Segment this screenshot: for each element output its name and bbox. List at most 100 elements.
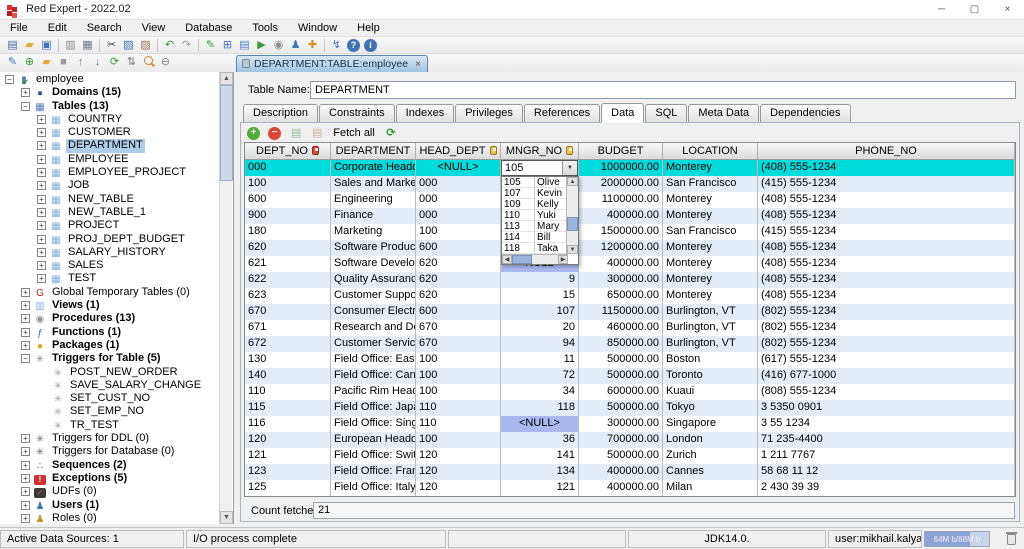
grid-cell[interactable]: 58 68 11 12 — [758, 464, 1015, 480]
new-editor-icon[interactable]: ✎ — [202, 38, 219, 53]
tree-item-sequences-2[interactable]: +∴Sequences (2) — [0, 459, 220, 472]
grid-cell[interactable]: 121 — [245, 448, 331, 464]
grid-cell[interactable]: (415) 555-1234 — [758, 224, 1015, 240]
grid-row-623[interactable]: 623Customer Support62015650000.00Montere… — [245, 288, 1015, 304]
grid-row-123[interactable]: 123Field Office: France120134400000.00Ca… — [245, 464, 1015, 480]
grid-cell[interactable]: 671 — [245, 320, 331, 336]
grid-row-670[interactable]: 670Consumer Electroni..6001071150000.00B… — [245, 304, 1015, 320]
grid-cell[interactable]: Customer Services — [331, 336, 416, 352]
dropdown-scroll-down-icon[interactable]: ▼ — [567, 245, 578, 254]
grid-cell[interactable]: (408) 555-1234 — [758, 256, 1015, 272]
tree-item-save-salary-change[interactable]: ✳SAVE_SALARY_CHANGE — [0, 379, 220, 392]
grid-cell[interactable]: 120 — [245, 432, 331, 448]
expand-icon[interactable]: + — [21, 341, 30, 350]
grid-row-116[interactable]: 116Field Office: Singap..110<NULL>300000… — [245, 416, 1015, 432]
grid-cell[interactable]: 400000.00 — [579, 464, 663, 480]
grid-cell[interactable]: 120 — [416, 448, 501, 464]
column-header-phone-no[interactable]: PHONE_NO — [758, 143, 1015, 160]
tree-item-salary-history[interactable]: +▦SALARY_HISTORY — [0, 246, 220, 259]
grid-cell[interactable]: 672 — [245, 336, 331, 352]
commit-icon[interactable]: ▤ — [289, 126, 303, 140]
grid-cell[interactable]: 3 5350 0901 — [758, 400, 1015, 416]
paste-icon[interactable]: ▨ — [137, 38, 154, 53]
grid-cell[interactable]: (408) 555-1234 — [758, 288, 1015, 304]
grid-cell[interactable]: 000 — [416, 176, 501, 192]
grid-cell[interactable]: 123 — [245, 464, 331, 480]
grid-cell[interactable]: 000 — [416, 208, 501, 224]
expand-icon[interactable]: + — [37, 221, 46, 230]
grid-cell[interactable]: Field Office: East C.. — [331, 352, 416, 368]
grid-cell[interactable]: 110 — [416, 416, 501, 432]
grid-cell[interactable]: 500000.00 — [579, 352, 663, 368]
close-tab-icon[interactable]: × — [415, 59, 421, 70]
delete-row-icon[interactable]: − — [268, 127, 281, 140]
grid-row-900[interactable]: 900Finance000400000.00Monterey(408) 555-… — [245, 208, 1015, 224]
tree-item-views-1[interactable]: +▥Views (1) — [0, 299, 220, 312]
grid-cell[interactable]: Pacific Rim Headq.. — [331, 384, 416, 400]
dropdown-vertical-scrollbar[interactable]: ▲▼ — [566, 177, 578, 254]
search-icon[interactable] — [140, 54, 157, 69]
expand-icon[interactable]: + — [37, 115, 46, 124]
tree-item-post-new-order[interactable]: ✳POST_NEW_ORDER — [0, 366, 220, 379]
grid-cell[interactable]: 116 — [245, 416, 331, 432]
grid-row-672[interactable]: 672Customer Services67094850000.00Burlin… — [245, 336, 1015, 352]
expand-icon[interactable]: + — [37, 274, 46, 283]
grid-cell[interactable]: 140 — [245, 368, 331, 384]
grid-cell[interactable]: 620 — [245, 240, 331, 256]
grid-cell[interactable]: 134 — [501, 464, 579, 480]
cut-icon[interactable]: ✂ — [103, 38, 120, 53]
grid-cell[interactable]: 622 — [245, 272, 331, 288]
grid-row-120[interactable]: 120European Headqua...10036700000.00Lond… — [245, 432, 1015, 448]
grid-cell[interactable]: 121 — [501, 480, 579, 496]
grid-cell[interactable]: 670 — [416, 336, 501, 352]
table-name-field[interactable]: DEPARTMENT — [310, 81, 1016, 99]
grid-cell[interactable]: 620 — [416, 272, 501, 288]
grid-row-671[interactable]: 671Research and Dev...67020460000.00Burl… — [245, 320, 1015, 336]
document-tab-department[interactable]: DEPARTMENT:TABLE:employee× — [236, 55, 428, 72]
tree-item-new-table[interactable]: +▦NEW_TABLE — [0, 193, 220, 206]
grid-cell[interactable]: 600 — [416, 240, 501, 256]
dropdown-vscroll-thumb[interactable] — [567, 217, 578, 231]
grid-cell[interactable]: Milan — [663, 480, 758, 496]
wrench-icon[interactable]: ✚ — [304, 38, 321, 53]
grid-cell[interactable]: (408) 555-1234 — [758, 272, 1015, 288]
grid-cell[interactable]: 500000.00 — [579, 368, 663, 384]
connect-pen-icon[interactable]: ✎ — [4, 55, 21, 70]
tree-item-employee-project[interactable]: +▦EMPLOYEE_PROJECT — [0, 166, 220, 179]
column-header-head-dept[interactable]: HEAD_DEPT — [416, 143, 501, 160]
tree-item-test[interactable]: +▦TEST — [0, 272, 220, 285]
tree-item-users-1[interactable]: +♟Users (1) — [0, 499, 220, 512]
dropdown-scroll-right-icon[interactable]: ▶ — [558, 255, 568, 264]
tab-description[interactable]: Description — [243, 104, 318, 123]
tab-privileges[interactable]: Privileges — [455, 104, 523, 123]
grid-cell[interactable]: 2 430 39 39 — [758, 480, 1015, 496]
grid-cell[interactable]: 1150000.00 — [579, 304, 663, 320]
grid-cell[interactable]: Monterey — [663, 160, 758, 176]
grid-cell[interactable]: Finance — [331, 208, 416, 224]
grid-cell[interactable]: 300000.00 — [579, 272, 663, 288]
grid-cell[interactable]: Marketing — [331, 224, 416, 240]
grid-cell[interactable]: Field Office: France — [331, 464, 416, 480]
grid-cell[interactable]: Consumer Electroni.. — [331, 304, 416, 320]
grid-cell[interactable]: 72 — [501, 368, 579, 384]
grid-cell[interactable]: San Francisco — [663, 176, 758, 192]
grid-cell[interactable]: Monterey — [663, 240, 758, 256]
grid-cell[interactable]: Monterey — [663, 256, 758, 272]
new-query-icon[interactable]: ⊞ — [219, 38, 236, 53]
grid-row-620[interactable]: 620Software Products ...6001200000.00Mon… — [245, 240, 1015, 256]
scroll-up-icon[interactable]: ▲ — [220, 72, 233, 85]
tree-vertical-scrollbar[interactable]: ▲ ▼ — [219, 72, 232, 524]
grid-cell[interactable]: 300000.00 — [579, 416, 663, 432]
grid-cell[interactable]: 100 — [416, 224, 501, 240]
minimize-button[interactable]: ─ — [925, 0, 958, 20]
grid-cell[interactable]: Field Office: Japan — [331, 400, 416, 416]
collapse-icon[interactable]: − — [21, 102, 30, 111]
grid-cell[interactable]: Quality Assurance — [331, 272, 416, 288]
grid-cell[interactable]: Monterey — [663, 272, 758, 288]
grid-cell[interactable]: 180 — [245, 224, 331, 240]
grid-cell[interactable]: Boston — [663, 352, 758, 368]
menu-item-view[interactable]: View — [132, 20, 176, 37]
grid-cell[interactable]: 34 — [501, 384, 579, 400]
grid-row-622[interactable]: 622Quality Assurance6209300000.00Montere… — [245, 272, 1015, 288]
refresh-grid-icon[interactable]: ⟳ — [384, 126, 398, 140]
